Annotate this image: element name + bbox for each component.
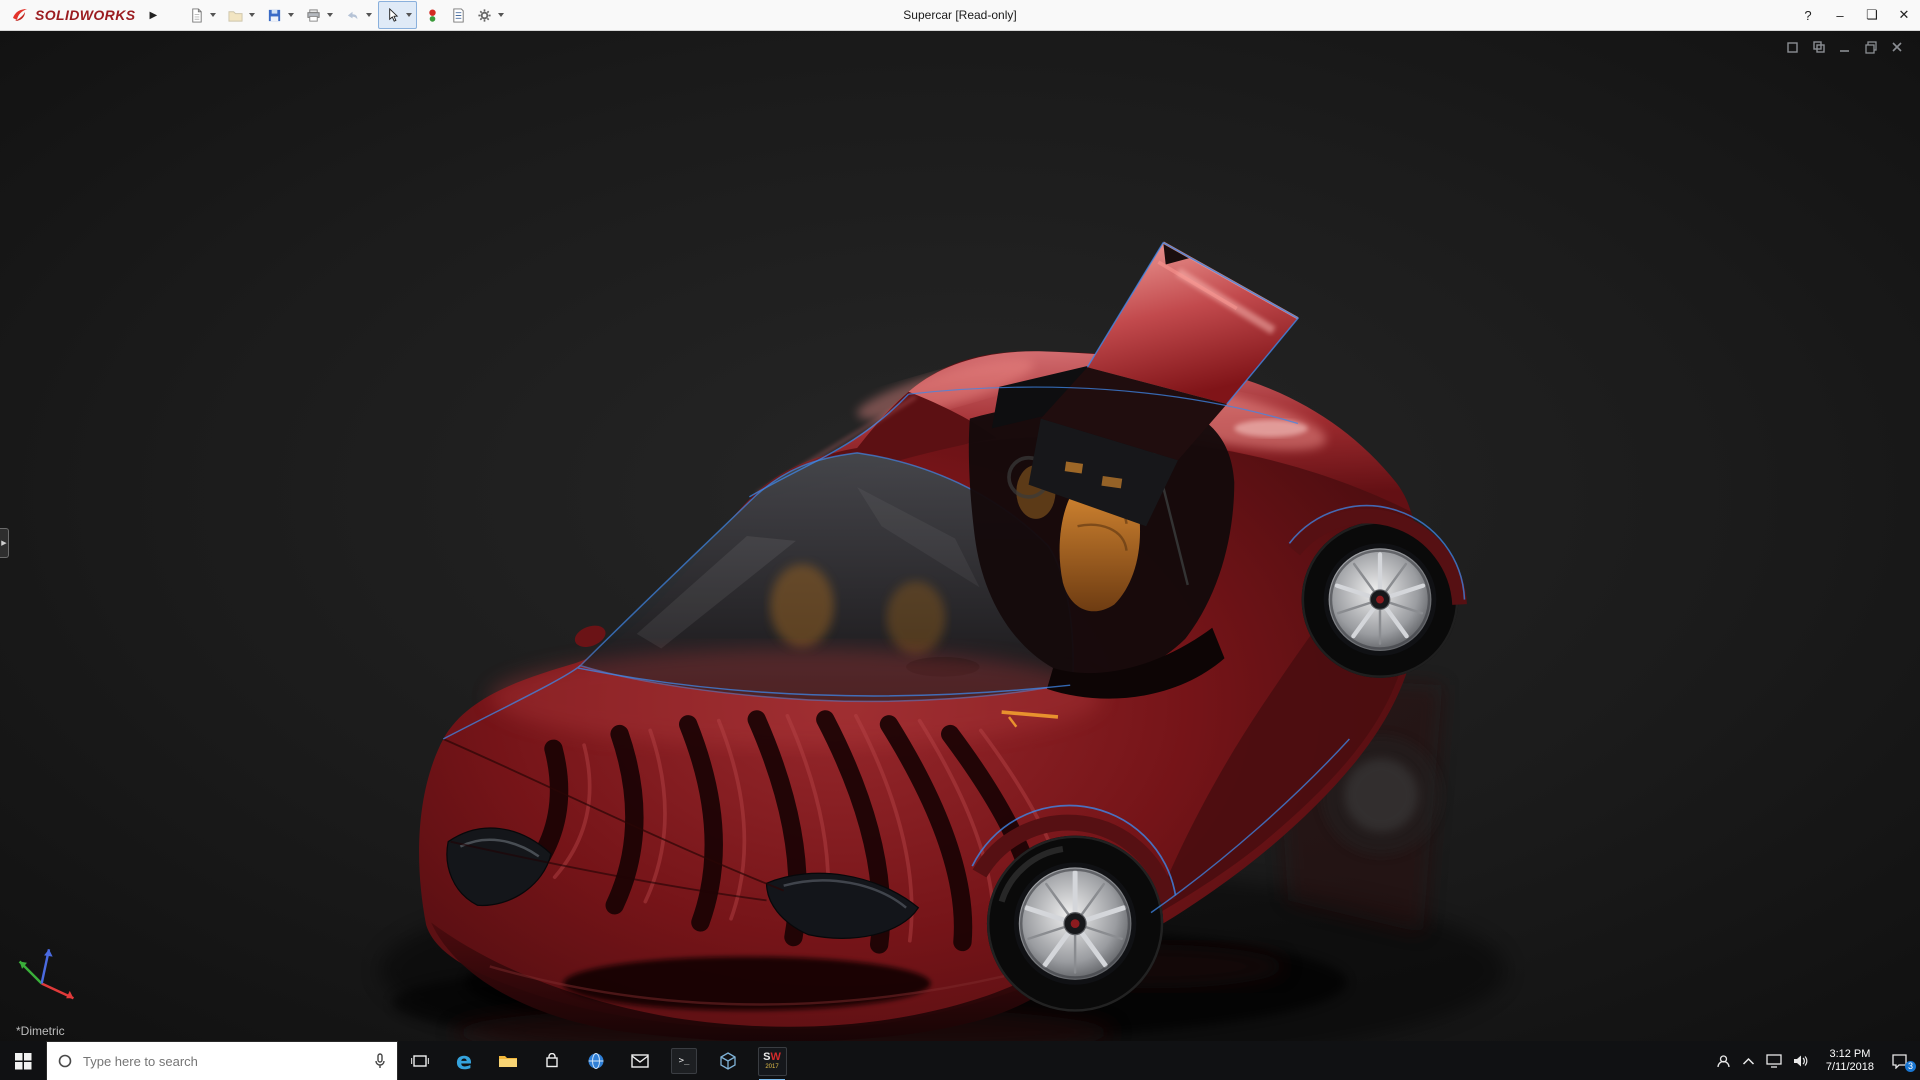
speaker-icon[interactable] bbox=[1793, 1054, 1809, 1068]
titlebar: SOLIDWORKS ▶ bbox=[0, 0, 1920, 31]
rebuild-icon bbox=[425, 8, 440, 23]
show-window-icon[interactable] bbox=[1812, 40, 1826, 54]
rebuild-button[interactable] bbox=[419, 2, 445, 28]
command-prompt-button[interactable]: >_ bbox=[662, 1041, 706, 1080]
browser-button[interactable] bbox=[574, 1041, 618, 1080]
select-button[interactable] bbox=[379, 2, 405, 28]
select-cursor-icon bbox=[385, 8, 400, 23]
taskbar: e >_ SW 2017 bbox=[0, 1041, 1920, 1080]
edge-icon: e bbox=[456, 1049, 472, 1073]
taskbar-search[interactable] bbox=[46, 1041, 398, 1080]
action-center-button[interactable]: 3 bbox=[1891, 1054, 1914, 1069]
main-toolbar bbox=[183, 1, 510, 29]
tray-expand-chevron-icon[interactable] bbox=[1742, 1057, 1755, 1066]
options-dropdown-arrow[interactable] bbox=[498, 13, 504, 17]
print-dropdown-arrow[interactable] bbox=[327, 13, 333, 17]
undo-dropdown-arrow[interactable] bbox=[366, 13, 372, 17]
select-tool-group bbox=[378, 1, 417, 29]
microphone-icon[interactable] bbox=[373, 1053, 387, 1069]
people-icon[interactable] bbox=[1716, 1054, 1731, 1069]
save-icon bbox=[267, 8, 282, 23]
3d-cube-icon bbox=[719, 1052, 737, 1070]
solidworks-logo: SOLIDWORKS bbox=[0, 5, 141, 25]
file-properties-button[interactable] bbox=[445, 2, 471, 28]
brand-text: SOLIDWORKS bbox=[35, 7, 135, 23]
mail-button[interactable] bbox=[618, 1041, 662, 1080]
undo-button[interactable] bbox=[339, 2, 365, 28]
document-title: Supercar [Read-only] bbox=[903, 8, 1016, 22]
gear-icon bbox=[477, 8, 492, 23]
options-button[interactable] bbox=[471, 2, 497, 28]
file-properties-icon bbox=[451, 8, 466, 23]
globe-icon bbox=[587, 1052, 605, 1070]
close-button[interactable]: ✕ bbox=[1888, 0, 1920, 30]
task-view-icon bbox=[411, 1053, 429, 1069]
help-button[interactable]: ? bbox=[1792, 0, 1824, 30]
new-document-button[interactable] bbox=[183, 2, 209, 28]
file-explorer-button[interactable] bbox=[486, 1041, 530, 1080]
mail-icon bbox=[631, 1054, 649, 1068]
new-window-icon[interactable] bbox=[1786, 40, 1800, 54]
task-view-button[interactable] bbox=[398, 1041, 442, 1080]
open-dropdown-arrow[interactable] bbox=[249, 13, 255, 17]
dassault-logo-icon bbox=[10, 5, 30, 25]
network-icon[interactable] bbox=[1766, 1054, 1782, 1068]
new-dropdown-arrow[interactable] bbox=[210, 13, 216, 17]
system-tray: 3:12 PM 7/11/2018 3 bbox=[1716, 1041, 1920, 1080]
save-button[interactable] bbox=[261, 2, 287, 28]
windows-logo-icon bbox=[15, 1053, 32, 1070]
feature-tree-collapse-tab[interactable]: ▶ bbox=[0, 528, 9, 558]
3d-scene[interactable] bbox=[0, 31, 1920, 1041]
start-button[interactable] bbox=[0, 1041, 46, 1080]
store-bag-icon bbox=[544, 1053, 560, 1069]
open-folder-icon bbox=[228, 8, 243, 23]
search-input[interactable] bbox=[81, 1053, 365, 1070]
command-prompt-icon: >_ bbox=[679, 1056, 690, 1066]
3d-builder-button[interactable] bbox=[706, 1041, 750, 1080]
notification-badge: 3 bbox=[1905, 1061, 1916, 1072]
document-window-controls bbox=[1786, 40, 1904, 54]
clock-date: 7/11/2018 bbox=[1826, 1061, 1874, 1074]
print-icon bbox=[306, 8, 321, 23]
open-button[interactable] bbox=[222, 2, 248, 28]
menu-flyout-arrow[interactable]: ▶ bbox=[149, 10, 157, 21]
file-explorer-icon bbox=[498, 1053, 518, 1069]
view-orientation-label: *Dimetric bbox=[16, 1024, 65, 1038]
doc-restore-icon[interactable] bbox=[1864, 40, 1878, 54]
window-controls: ? – ❏ ✕ bbox=[1792, 0, 1920, 30]
taskbar-clock[interactable]: 3:12 PM 7/11/2018 bbox=[1820, 1048, 1880, 1074]
save-dropdown-arrow[interactable] bbox=[288, 13, 294, 17]
graphics-viewport[interactable]: ▶ *Dimetric bbox=[0, 31, 1920, 1041]
store-button[interactable] bbox=[530, 1041, 574, 1080]
solidworks-app-icon: SW 2017 bbox=[758, 1047, 787, 1076]
doc-close-icon[interactable] bbox=[1890, 40, 1904, 54]
minimize-button[interactable]: – bbox=[1824, 0, 1856, 30]
doc-minimize-icon[interactable] bbox=[1838, 40, 1852, 54]
print-button[interactable] bbox=[300, 2, 326, 28]
new-document-icon bbox=[189, 8, 204, 23]
restore-button[interactable]: ❏ bbox=[1856, 0, 1888, 30]
cortana-icon bbox=[57, 1053, 73, 1069]
undo-icon bbox=[345, 8, 360, 23]
solidworks-taskbar-button[interactable]: SW 2017 bbox=[750, 1041, 794, 1080]
edge-button[interactable]: e bbox=[442, 1041, 486, 1080]
clock-time: 3:12 PM bbox=[1826, 1048, 1874, 1061]
select-dropdown-arrow[interactable] bbox=[406, 13, 412, 17]
